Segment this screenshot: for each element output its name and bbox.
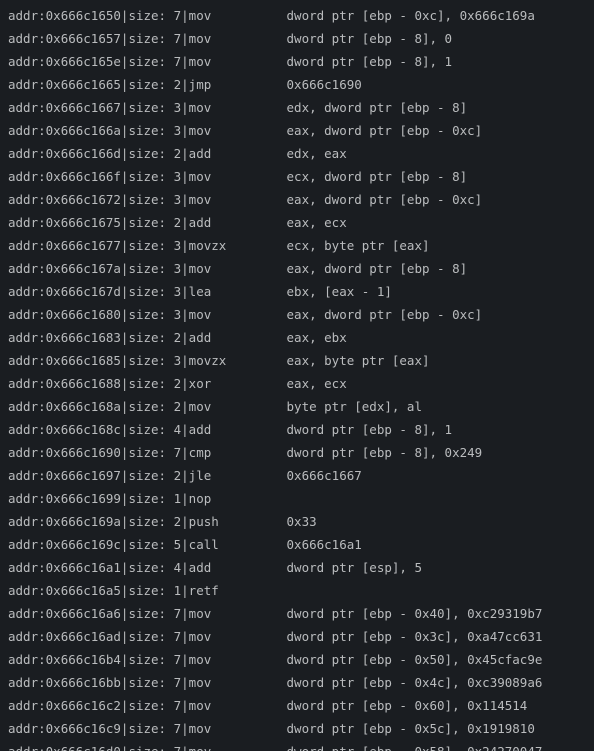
disassembly-line: addr:0x666c16c2|size: 7|mov dword ptr [e… bbox=[8, 694, 586, 717]
disassembly-line: addr:0x666c1699|size: 1|nop bbox=[8, 487, 586, 510]
disassembly-line: addr:0x666c168a|size: 2|mov byte ptr [ed… bbox=[8, 395, 586, 418]
disassembly-line: addr:0x666c168c|size: 4|add dword ptr [e… bbox=[8, 418, 586, 441]
disassembly-line: addr:0x666c1657|size: 7|mov dword ptr [e… bbox=[8, 27, 586, 50]
disassembly-line: addr:0x666c169c|size: 5|call 0x666c16a1 bbox=[8, 533, 586, 556]
disassembly-line: addr:0x666c166f|size: 3|mov ecx, dword p… bbox=[8, 165, 586, 188]
disassembly-line: addr:0x666c1665|size: 2|jmp 0x666c1690 bbox=[8, 73, 586, 96]
disassembly-line: addr:0x666c1667|size: 3|mov edx, dword p… bbox=[8, 96, 586, 119]
disassembly-line: addr:0x666c1650|size: 7|mov dword ptr [e… bbox=[8, 4, 586, 27]
disassembly-line: addr:0x666c1672|size: 3|mov eax, dword p… bbox=[8, 188, 586, 211]
disassembly-line: addr:0x666c16a5|size: 1|retf bbox=[8, 579, 586, 602]
disassembly-line: addr:0x666c16ad|size: 7|mov dword ptr [e… bbox=[8, 625, 586, 648]
disassembly-line: addr:0x666c16b4|size: 7|mov dword ptr [e… bbox=[8, 648, 586, 671]
disassembly-line: addr:0x666c166a|size: 3|mov eax, dword p… bbox=[8, 119, 586, 142]
disassembly-line: addr:0x666c16a6|size: 7|mov dword ptr [e… bbox=[8, 602, 586, 625]
disassembly-line: addr:0x666c166d|size: 2|add edx, eax bbox=[8, 142, 586, 165]
disassembly-line: addr:0x666c1680|size: 3|mov eax, dword p… bbox=[8, 303, 586, 326]
disassembly-line: addr:0x666c16bb|size: 7|mov dword ptr [e… bbox=[8, 671, 586, 694]
disassembly-line: addr:0x666c1685|size: 3|movzx eax, byte … bbox=[8, 349, 586, 372]
disassembly-line: addr:0x666c16d0|size: 7|mov dword ptr [e… bbox=[8, 740, 586, 751]
disassembly-line: addr:0x666c16c9|size: 7|mov dword ptr [e… bbox=[8, 717, 586, 740]
disassembly-line: addr:0x666c1683|size: 2|add eax, ebx bbox=[8, 326, 586, 349]
disassembly-line: addr:0x666c165e|size: 7|mov dword ptr [e… bbox=[8, 50, 586, 73]
disassembly-listing: addr:0x666c1650|size: 7|mov dword ptr [e… bbox=[0, 0, 594, 751]
disassembly-line: addr:0x666c1690|size: 7|cmp dword ptr [e… bbox=[8, 441, 586, 464]
disassembly-line: addr:0x666c16a1|size: 4|add dword ptr [e… bbox=[8, 556, 586, 579]
disassembly-line: addr:0x666c167d|size: 3|lea ebx, [eax - … bbox=[8, 280, 586, 303]
disassembly-line: addr:0x666c1697|size: 2|jle 0x666c1667 bbox=[8, 464, 586, 487]
disassembly-line: addr:0x666c1675|size: 2|add eax, ecx bbox=[8, 211, 586, 234]
disassembly-line: addr:0x666c167a|size: 3|mov eax, dword p… bbox=[8, 257, 586, 280]
disassembly-line: addr:0x666c1677|size: 3|movzx ecx, byte … bbox=[8, 234, 586, 257]
disassembly-line: addr:0x666c169a|size: 2|push 0x33 bbox=[8, 510, 586, 533]
disassembly-line: addr:0x666c1688|size: 2|xor eax, ecx bbox=[8, 372, 586, 395]
